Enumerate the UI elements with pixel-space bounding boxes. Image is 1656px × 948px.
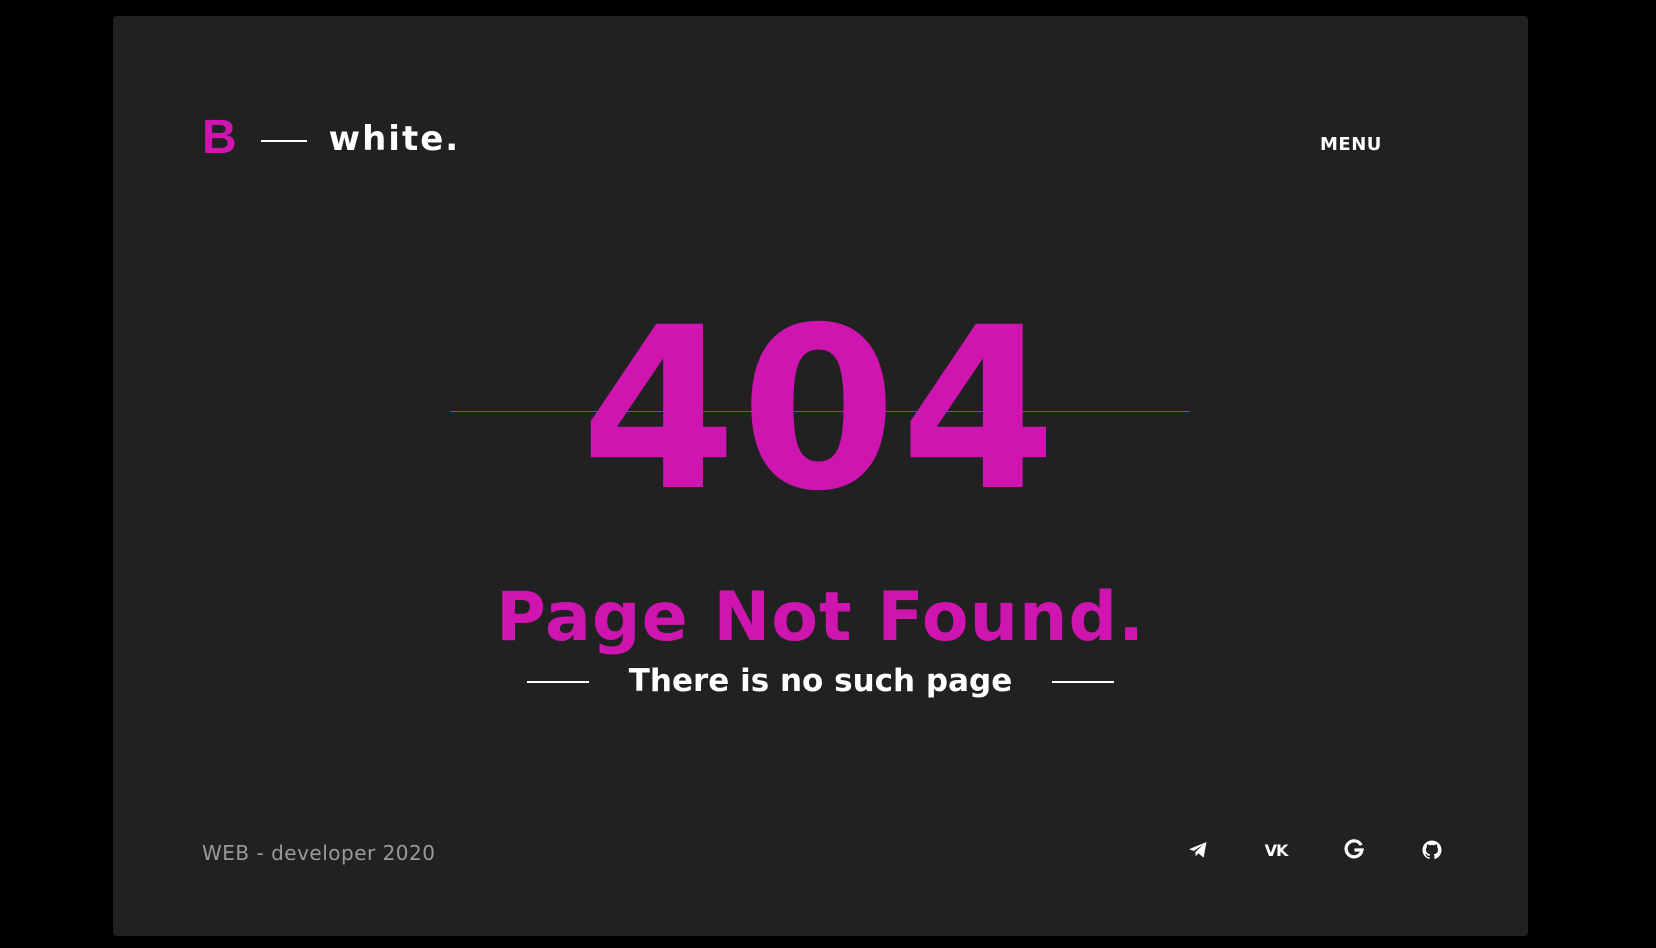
error-title: Page Not Found. (496, 578, 1145, 657)
subtitle-dash-right (1052, 680, 1115, 683)
github-icon (1421, 839, 1443, 861)
page-card: B white. MENU 404 Page Not Found. There … (113, 16, 1528, 936)
vk-icon: VK (1264, 840, 1289, 860)
github-link[interactable] (1420, 838, 1444, 862)
error-code: 404 (580, 279, 1061, 540)
vk-link[interactable]: VK (1264, 838, 1289, 862)
footer-copyright: WEB - developer 2020 (202, 841, 436, 865)
logo-word: white. (328, 119, 461, 159)
telegram-icon (1188, 841, 1208, 859)
subtitle: There is no such page (628, 663, 1013, 699)
logo-dash (260, 140, 307, 142)
subtitle-row: There is no such page (113, 666, 1528, 697)
google-icon (1343, 839, 1365, 861)
subtitle-dash-left (526, 680, 589, 683)
logo-letter: B (202, 111, 237, 164)
social-links: VK (1186, 838, 1444, 862)
google-link[interactable] (1342, 838, 1366, 862)
menu-button[interactable]: MENU (1320, 134, 1382, 155)
logo[interactable]: B white. (202, 108, 460, 168)
telegram-link[interactable] (1186, 838, 1210, 862)
strike-line (450, 411, 1190, 412)
